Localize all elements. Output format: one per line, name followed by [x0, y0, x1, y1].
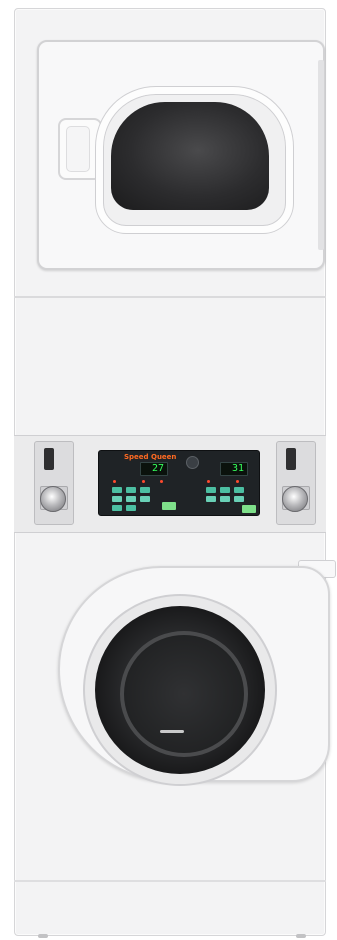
left-coin-box — [34, 441, 74, 525]
right-lcd-digits: 31 — [231, 463, 244, 474]
status-led — [160, 480, 163, 483]
lock-icon — [40, 486, 66, 512]
dry-button-3[interactable] — [234, 487, 244, 493]
right-lcd: 31 — [220, 462, 248, 476]
wash-button-8[interactable] — [126, 505, 136, 511]
dryer-window — [111, 102, 269, 210]
lock-icon — [282, 486, 308, 512]
glass-highlight — [160, 730, 184, 733]
brand-logo: Speed Queen — [124, 453, 177, 461]
wash-button-1[interactable] — [112, 487, 122, 493]
status-led — [236, 480, 239, 483]
right-foot — [296, 934, 306, 938]
left-foot — [38, 934, 48, 938]
wash-button-2[interactable] — [126, 487, 136, 493]
wash-button-4[interactable] — [112, 496, 122, 502]
right-coin-box — [276, 441, 316, 525]
wash-button-5[interactable] — [126, 496, 136, 502]
console-knob[interactable] — [186, 456, 199, 469]
left-lcd: 27 — [140, 462, 168, 476]
washer-start-button[interactable] — [162, 502, 176, 510]
washer-drum-opening — [120, 631, 248, 757]
coin-slot-icon[interactable] — [44, 448, 54, 470]
dry-button-1[interactable] — [206, 487, 216, 493]
kick-panel-divider — [14, 880, 326, 882]
dry-button-2[interactable] — [220, 487, 230, 493]
dryer-hinge — [318, 60, 324, 250]
status-led — [207, 480, 210, 483]
control-console — [98, 450, 260, 516]
dry-button-4[interactable] — [206, 496, 216, 502]
dry-button-5[interactable] — [220, 496, 230, 502]
left-lcd-digits: 27 — [151, 463, 164, 474]
status-led — [142, 480, 145, 483]
wash-button-6[interactable] — [140, 496, 150, 502]
wash-button-7[interactable] — [112, 505, 122, 511]
coin-slot-icon[interactable] — [286, 448, 296, 470]
dryer-start-button[interactable] — [242, 505, 256, 513]
dryer-handle-recess — [66, 126, 90, 172]
dry-button-6[interactable] — [234, 496, 244, 502]
status-led — [113, 480, 116, 483]
wash-button-3[interactable] — [140, 487, 150, 493]
dryer-bottom-divider — [14, 296, 326, 298]
